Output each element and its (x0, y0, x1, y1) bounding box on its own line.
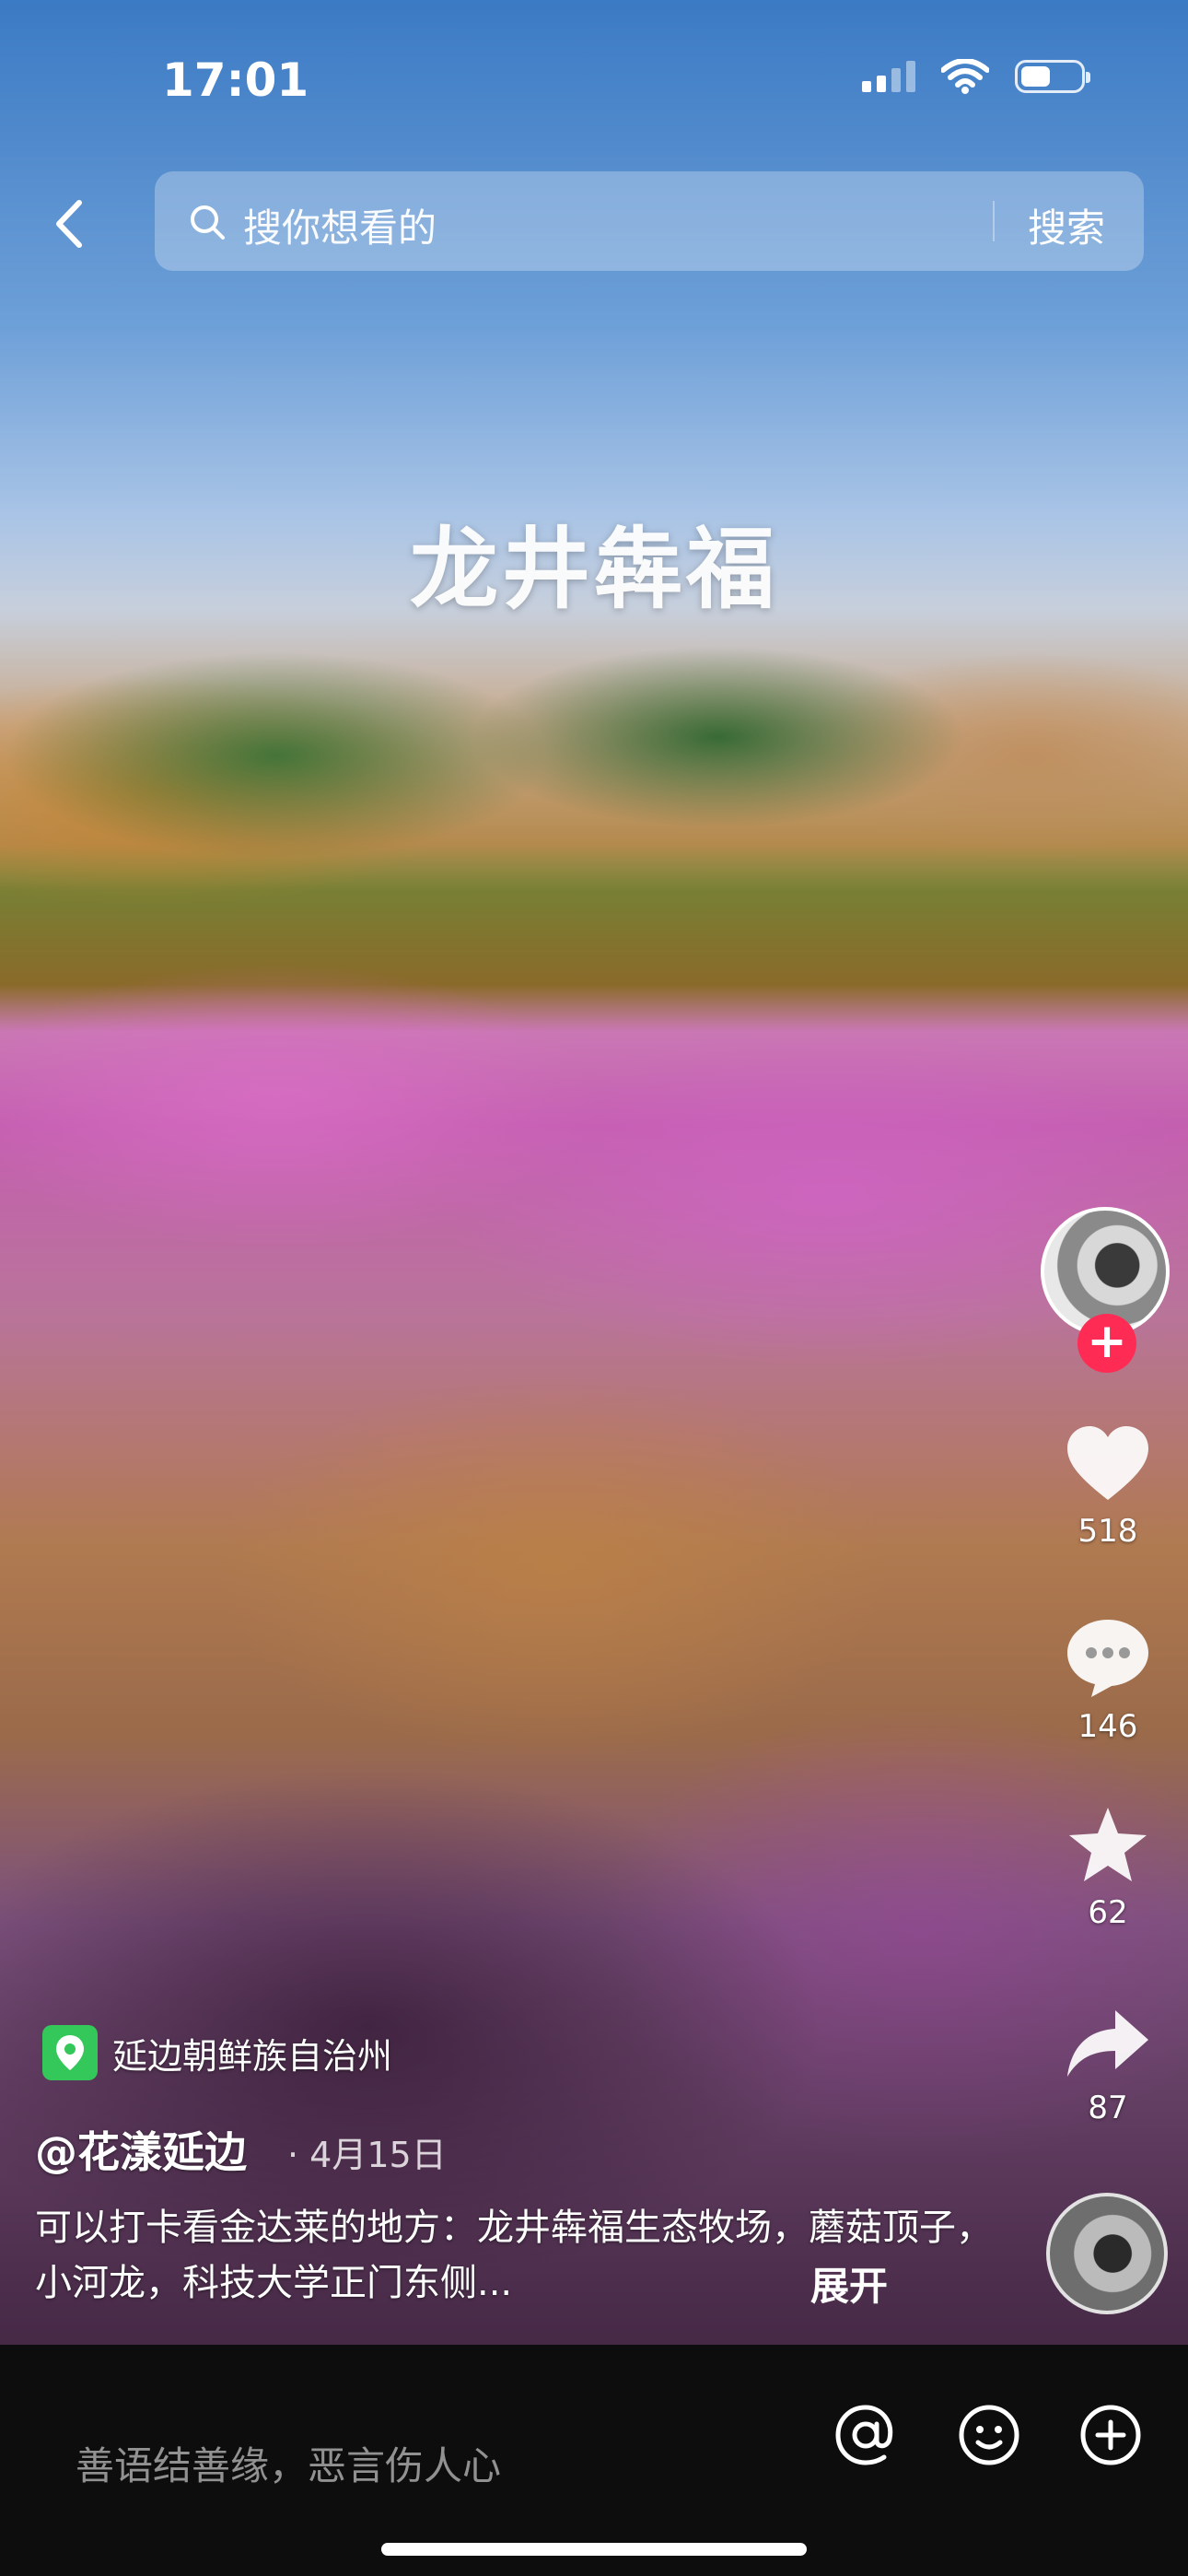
favorite-count: 62 (1088, 1894, 1128, 1931)
comment-input[interactable]: 善语结善缘，恶言伤人心 (76, 2435, 501, 2491)
comment-bar: 善语结善缘，恶言伤人心 (0, 2345, 1188, 2576)
battery-icon (1015, 60, 1090, 93)
comment-icon (1067, 1620, 1148, 1697)
like-button[interactable]: 518 (1041, 1424, 1175, 1550)
video-frame[interactable] (0, 0, 1188, 2345)
home-indicator (381, 2543, 807, 2556)
music-disc[interactable] (1046, 2193, 1168, 2314)
battery-fill (1021, 66, 1050, 87)
status-icons (862, 59, 1090, 94)
at-icon[interactable] (833, 2402, 899, 2468)
comment-bar-icons (833, 2402, 1142, 2468)
emoji-icon[interactable] (958, 2404, 1020, 2466)
heart-icon (1067, 1426, 1148, 1500)
like-count: 518 (1077, 1513, 1138, 1550)
back-button[interactable] (42, 192, 98, 256)
share-count: 87 (1088, 2090, 1128, 2126)
star-icon (1069, 1808, 1147, 1881)
expand-button[interactable]: 展开 (810, 2255, 888, 2312)
search-icon (191, 205, 225, 240)
author-name[interactable]: @花漾延边 (35, 2119, 247, 2180)
signal-icon (862, 61, 915, 92)
search-button[interactable]: 搜索 (1028, 197, 1105, 253)
plus-icon[interactable] (1079, 2404, 1142, 2466)
location-tag[interactable]: 延边朝鲜族自治州 (42, 2025, 392, 2080)
post-date: · 4月15日 (287, 2135, 447, 2175)
comment-button[interactable]: 146 (1041, 1616, 1175, 1745)
comment-count: 146 (1077, 1708, 1138, 1745)
back-icon (56, 200, 82, 248)
follow-button[interactable]: + (1077, 1314, 1136, 1373)
share-button[interactable]: 87 (1041, 2007, 1175, 2126)
share-icon (1067, 2010, 1148, 2077)
search-bar[interactable]: 搜你想看的 搜索 (155, 171, 1144, 271)
location-label: 延边朝鲜族自治州 (112, 2035, 393, 2077)
wifi-icon (941, 59, 989, 94)
favorite-button[interactable]: 62 (1041, 1804, 1175, 1931)
video-overlay-title: 龙井犇福 (410, 517, 778, 621)
search-input[interactable]: 搜你想看的 (243, 197, 437, 253)
location-pin-icon (42, 2025, 98, 2080)
search-divider (993, 201, 995, 241)
status-time: 17:01 (162, 53, 309, 107)
